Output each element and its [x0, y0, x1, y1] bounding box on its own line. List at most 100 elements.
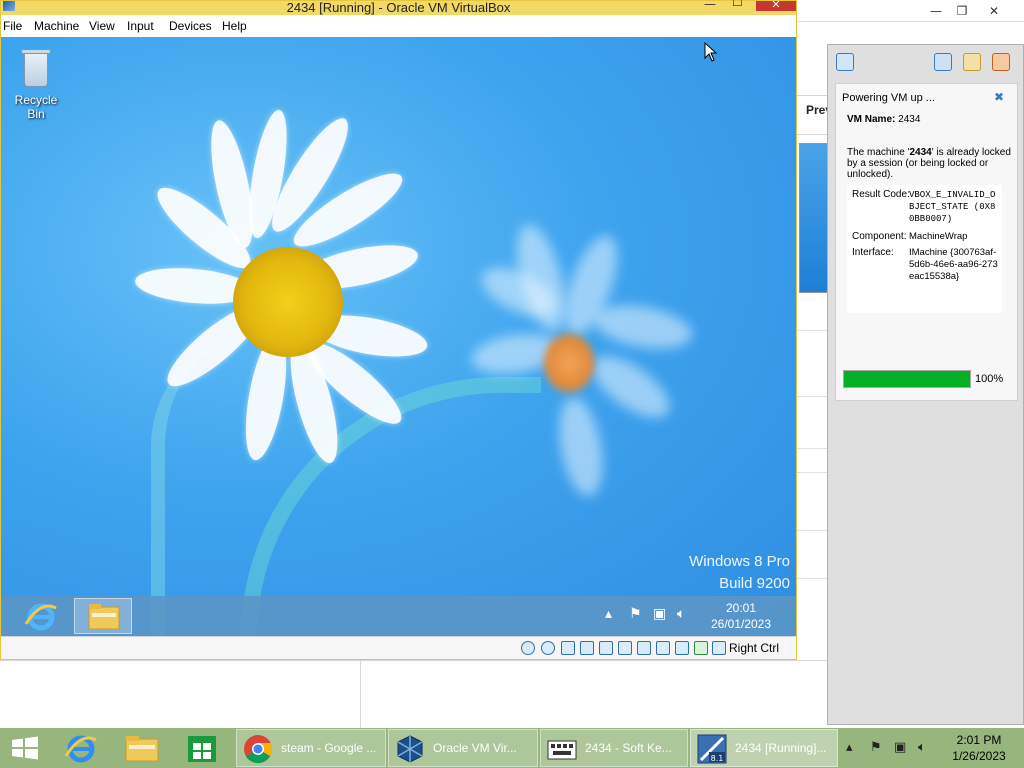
mouse-integration-status-icon[interactable]	[694, 641, 708, 655]
notification-details: Result Code: VBOX_E_INVALID_OBJECT_STATE…	[847, 185, 1002, 313]
volume-icon[interactable]: 🔈︎	[918, 740, 926, 755]
vm-name-label: VM Name:	[847, 114, 896, 125]
menu-view[interactable]: View	[89, 19, 115, 33]
keyboard-capture-status-icon[interactable]	[712, 641, 726, 655]
notification-card: Powering VM up ... ✖ VM Name: 2434 The m…	[835, 83, 1018, 401]
result-code-value: VBOX_E_INVALID_OBJECT_STATE (0X80BB0007)	[909, 190, 996, 224]
taskbar-virtualbox-manager-button[interactable]: Oracle VM Vir...	[388, 729, 538, 767]
sort-icon[interactable]	[934, 53, 952, 71]
chrome-icon	[243, 734, 273, 764]
notification-title: Powering VM up ...	[842, 92, 935, 104]
manager-divider	[797, 330, 830, 331]
taskbar-virtualbox-manager-label: Oracle VM Vir...	[433, 741, 517, 755]
menu-machine[interactable]: Machine	[34, 19, 79, 33]
keyboard-icon	[547, 734, 577, 764]
menu-devices[interactable]: Devices	[169, 19, 212, 33]
manager-minimize-button[interactable]: —	[923, 2, 949, 20]
network-status-icon[interactable]	[580, 641, 594, 655]
show-hidden-icons-icon[interactable]: ▴	[605, 606, 612, 622]
volume-icon[interactable]: 🔈︎	[677, 606, 685, 622]
guest-display[interactable]: Recycle Bin Windows 8 Pro Build 9200 ▴ ⚑…	[1, 37, 796, 636]
manager-divider	[797, 396, 830, 397]
vm-titlebar[interactable]: 2434 [Running] - Oracle VM VirtualBox — …	[1, 0, 796, 15]
virtualbox-app-icon	[3, 1, 15, 11]
host-system-tray: ▴ ⚑ ▣ 🔈︎	[844, 740, 940, 758]
flower-petal	[582, 344, 680, 430]
message-machine-name: 2434	[909, 147, 932, 158]
usb-status-icon[interactable]	[599, 641, 613, 655]
notification-center-icon[interactable]	[836, 53, 854, 71]
guest-clock[interactable]: 20:01 26/01/2023	[697, 600, 785, 632]
manager-divider	[360, 660, 361, 728]
manager-restore-button[interactable]: ❐	[949, 2, 975, 20]
display-status-icon[interactable]	[637, 641, 651, 655]
flower-petal	[552, 394, 610, 500]
windows-watermark: Windows 8 Pro Build 9200	[689, 551, 790, 595]
watermark-build: Build 9200	[719, 575, 790, 592]
manager-divider	[797, 530, 830, 531]
taskbar-chrome-button[interactable]: steam - Google ...	[236, 729, 386, 767]
recycle-bin-icon	[19, 45, 53, 89]
recycle-bin-body	[24, 53, 48, 87]
vm-menubar: File Machine View Input Devices Help	[1, 15, 796, 37]
vm-close-button[interactable]: ✕	[756, 0, 796, 11]
flower-center	[233, 247, 343, 357]
vm-maximize-button[interactable]: ☐	[732, 0, 743, 9]
taskbar-chrome-label: steam - Google ...	[281, 741, 377, 755]
file-explorer-button[interactable]	[74, 598, 132, 634]
host-key-label[interactable]: Right Ctrl	[729, 641, 779, 655]
vm-name-value: 2434	[898, 114, 921, 125]
vm-window: 2434 [Running] - Oracle VM VirtualBox — …	[0, 0, 797, 660]
recycle-bin-shortcut[interactable]: Recycle Bin	[5, 45, 67, 121]
shared-folders-status-icon[interactable]	[618, 641, 632, 655]
internet-explorer-pinned-icon[interactable]	[54, 730, 110, 766]
menu-file[interactable]: File	[3, 19, 22, 33]
recycle-bin-label: Recycle Bin	[14, 93, 58, 121]
progress-bar	[843, 370, 971, 388]
menu-input[interactable]: Input	[127, 19, 154, 33]
host-clock-date: 1/26/2023	[952, 749, 1006, 763]
keep-finished-icon[interactable]	[963, 53, 981, 71]
guest-taskbar: ▴ ⚑ ▣ 🔈︎ 20:01 26/01/2023	[1, 596, 796, 636]
menu-help[interactable]: Help	[222, 19, 247, 33]
component-value: MachineWrap	[909, 231, 968, 242]
audio-status-icon[interactable]	[561, 641, 575, 655]
notification-close-icon[interactable]: ✖	[992, 90, 1006, 104]
host-taskbar: steam - Google ... Oracle VM Vir... 2434…	[0, 728, 1024, 768]
store-pinned-icon[interactable]	[174, 730, 230, 766]
clear-all-icon[interactable]	[992, 53, 1010, 71]
action-center-flag-icon[interactable]: ⚑	[870, 740, 882, 755]
manager-lower-panel	[0, 660, 830, 728]
flower-center	[544, 333, 594, 393]
virtualization-status-icon[interactable]	[675, 641, 689, 655]
show-hidden-icons-icon[interactable]: ▴	[846, 740, 853, 755]
manager-preview-thumbnail	[799, 143, 828, 293]
optical-drive-status-icon[interactable]	[541, 641, 555, 655]
video-capture-status-icon[interactable]	[656, 641, 670, 655]
action-center-flag-icon[interactable]: ⚑	[629, 606, 642, 622]
watermark-edition: Windows 8 Pro	[689, 553, 790, 570]
start-button[interactable]	[0, 728, 50, 768]
internet-explorer-icon[interactable]	[23, 600, 59, 632]
manager-divider	[797, 448, 830, 449]
manager-close-button[interactable]: ✕	[981, 2, 1007, 20]
notification-center: Powering VM up ... ✖ VM Name: 2434 The m…	[827, 44, 1024, 725]
guest-system-tray: ▴ ⚑ ▣ 🔈︎	[605, 606, 695, 626]
network-icon[interactable]: ▣	[894, 740, 906, 755]
network-icon[interactable]: ▣	[653, 606, 666, 622]
svg-text:8.1: 8.1	[711, 754, 724, 763]
taskbar-soft-keyboard-button[interactable]: 2434 - Soft Ke...	[540, 729, 688, 767]
progress-bar-fill	[844, 371, 970, 387]
file-explorer-pinned-icon[interactable]	[114, 730, 170, 766]
notification-toolbar	[828, 45, 1023, 79]
progress-percent: 100%	[975, 373, 1004, 385]
notification-message: The machine '2434' is already locked by …	[847, 147, 1012, 180]
host-clock-time: 2:01 PM	[956, 733, 1002, 747]
manager-divider	[797, 472, 830, 473]
hard-disk-status-icon[interactable]	[521, 641, 535, 655]
host-clock[interactable]: 2:01 PM 1/26/2023	[938, 732, 1020, 764]
guest-clock-date: 26/01/2023	[710, 617, 772, 631]
guest-clock-time: 20:01	[725, 601, 757, 615]
vm-minimize-button[interactable]: —	[704, 0, 716, 11]
taskbar-vm-running-button[interactable]: 8.1 2434 [Running]...	[690, 729, 838, 767]
